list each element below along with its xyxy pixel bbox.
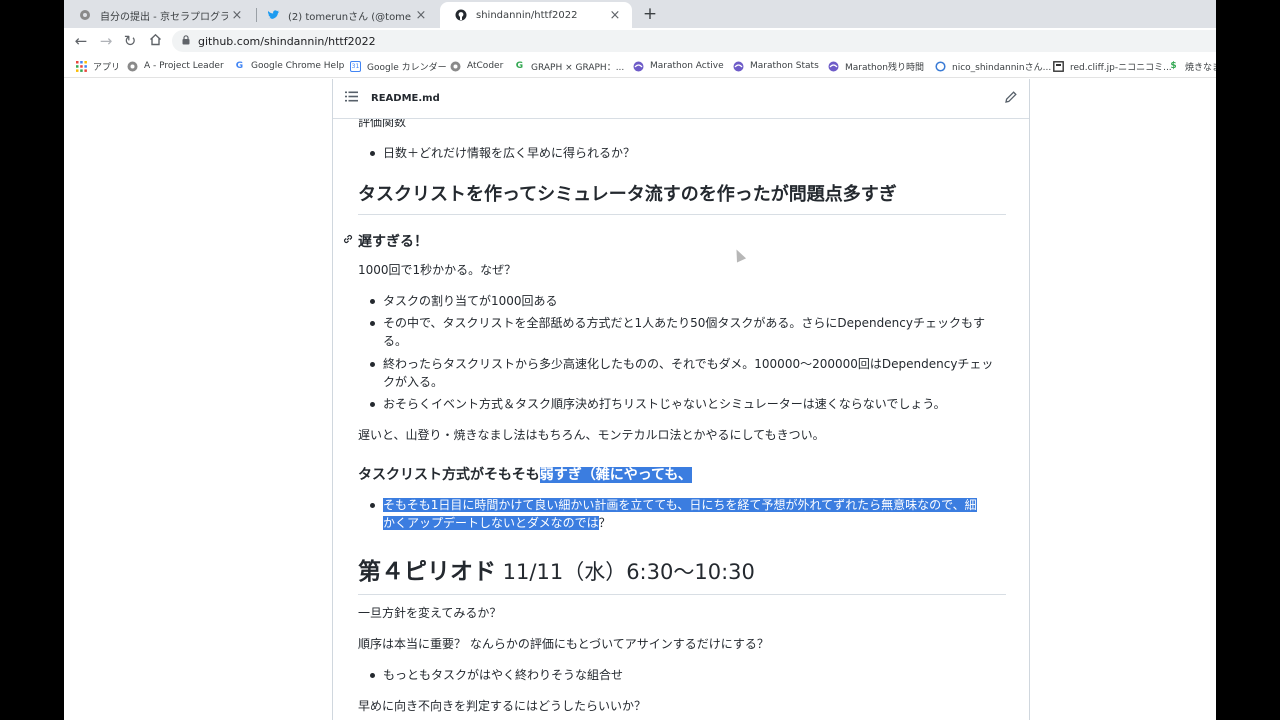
graph-icon: G	[515, 61, 524, 71]
bookmark-label: Google カレンダー	[367, 62, 447, 73]
marathon-icon	[828, 61, 839, 72]
address-url: github.com/shindannin/httf2022	[198, 34, 376, 48]
bookmark-label: AtCoder	[467, 61, 504, 71]
bookmark-apps[interactable]: アプリ	[76, 54, 120, 78]
list-item-line: る。	[383, 334, 408, 348]
close-icon[interactable]: ×	[228, 8, 246, 23]
page-icon	[1053, 60, 1064, 72]
browser-window: 自分の提出 - 京セラプログラミングコ × (2) tomerunさん (@to…	[64, 0, 1216, 720]
bookmark-label: A - Project Leader	[144, 61, 224, 71]
dollar-icon: $	[1170, 61, 1177, 71]
bookmark-label: red.cliff.jp-ニコニコミ...	[1070, 62, 1172, 73]
reload-icon[interactable]: ↻	[120, 31, 140, 51]
paragraph: 遅いと、山登り・焼きなまし法はもちろん、モンテカルロ法とかやるにしてもきつい。	[358, 428, 825, 442]
bookmark-calendar[interactable]: 31 Google カレンダー	[350, 54, 447, 78]
bookmark-label: アプリ	[93, 62, 121, 73]
list-icon[interactable]	[345, 91, 359, 106]
bookmark-label: nico_shindanninさん...	[952, 62, 1052, 73]
github-page: README.md 評価関数 日数＋どれだけ情報を広く早めに得られるか？ タスク…	[64, 79, 1216, 720]
toolbar: ← → ↻ github.com/shindannin/httf2022	[64, 28, 1216, 54]
readme-header: README.md	[333, 79, 1029, 119]
bookmark-annealing[interactable]: $ 焼きなま	[1168, 54, 1216, 78]
bookmark-marathon-remaining[interactable]: Marathon残り時間	[828, 54, 924, 78]
paragraph: 順序は本当に重要？ なんらかの評価にもとづいてアサインするだけにする？	[358, 637, 769, 651]
paragraph: 一旦方針を変えてみるか？	[358, 606, 502, 620]
heading-tasklist: タスクリストを作ってシミュレータ流すのを作ったが問題点多すぎ	[358, 180, 1006, 215]
calendar-icon: 31	[350, 60, 361, 72]
bookmark-label: Google Chrome Help	[251, 61, 345, 71]
readme-filename[interactable]: README.md	[371, 93, 440, 104]
tab-twitter[interactable]: (2) tomerunさん (@tomerun) / Tw ×	[252, 2, 438, 28]
address-bar[interactable]: github.com/shindannin/httf2022	[172, 30, 1216, 52]
marathon-icon	[733, 61, 744, 72]
nico-icon	[935, 60, 946, 72]
bookmark-project-leader[interactable]: A - Project Leader	[127, 54, 224, 78]
twitter-icon	[266, 8, 280, 22]
bookmarks-bar: アプリ A - Project Leader G Google Chrome H…	[64, 54, 1216, 78]
heading-too-slow: 遅すぎる！	[343, 231, 428, 251]
selected-text: かくアップデートしないとダメなのでは	[383, 516, 599, 530]
heading-date: 11/11（水）6:30～10:30	[496, 560, 755, 584]
heading-text: 第４ピリオド	[358, 559, 496, 585]
atcoder-icon	[127, 61, 138, 72]
bookmark-red-cliff[interactable]: red.cliff.jp-ニコニコミ...	[1053, 54, 1172, 78]
list-item: おそらくイベント方式＆タスク順序決め打ちリストじゃないとシミュレーターは速くなら…	[370, 395, 1003, 413]
list-item-tail: ？	[598, 516, 611, 530]
lock-icon	[182, 34, 190, 48]
bookmark-atcoder[interactable]: AtCoder	[450, 54, 503, 78]
list-item-line: クが入る。	[383, 375, 444, 389]
tab-submissions[interactable]: 自分の提出 - 京セラプログラミングコ ×	[64, 2, 254, 28]
tab-github-active[interactable]: shindannin/httf2022 ×	[440, 2, 632, 28]
new-tab-button[interactable]: +	[640, 4, 660, 24]
paragraph: 早めに向き不向きを判定するにはどうしたらいいか？	[358, 699, 647, 713]
atcoder-icon	[78, 8, 92, 22]
heading-period-4: 第４ピリオド 11/11（水）6:30～10:30	[358, 552, 1006, 595]
heading-text: 遅すぎる！	[358, 234, 428, 250]
list-item: その中で、タスクリストを全部舐める方式だと1人あたり50個タスクがある。さらにD…	[370, 314, 1003, 350]
bookmark-graph[interactable]: G GRAPH × GRAPH：...	[514, 54, 624, 78]
tab-title: shindannin/httf2022	[476, 9, 578, 21]
google-icon: G	[235, 61, 244, 71]
tab-title: (2) tomerunさん (@tomerun) / Tw	[288, 11, 412, 23]
paragraph: 1000回で1秒かかる。なぜ？	[358, 263, 517, 277]
list-item: タスクの割り当てが1000回ある	[370, 292, 1003, 310]
tab-title: 自分の提出 - 京セラプログラミングコ	[100, 11, 228, 23]
readme-panel: README.md 評価関数 日数＋どれだけ情報を広く早めに得られるか？ タスク…	[332, 79, 1030, 720]
heading-text: タスクリスト方式がそもそも	[358, 467, 540, 483]
atcoder-icon	[450, 61, 461, 72]
bookmark-nico[interactable]: nico_shindanninさん...	[935, 54, 1051, 78]
list-item: 日数＋どれだけ情報を広く早めに得られるか？	[370, 144, 1003, 162]
bookmark-label: GRAPH × GRAPH：...	[531, 62, 625, 73]
close-icon[interactable]: ×	[606, 8, 624, 23]
link-icon[interactable]	[342, 233, 354, 248]
list-item-line: その中で、タスクリストを全部舐める方式だと1人あたり50個タスクがある。さらにD…	[383, 316, 985, 330]
forward-arrow-icon[interactable]: →	[96, 31, 116, 51]
close-icon[interactable]: ×	[412, 8, 430, 23]
list-item: 終わったらタスクリストから多少高速化したものの、それでもダメ。100000～20…	[370, 355, 1003, 391]
heading-tasklist-weak: タスクリスト方式がそもそも弱すぎ（雑にやっても、	[358, 464, 692, 484]
marathon-icon	[633, 61, 644, 72]
bookmark-label: Marathon残り時間	[845, 62, 924, 73]
list-item-line: 終わったらタスクリストから多少高速化したものの、それでもダメ。100000～20…	[383, 357, 994, 371]
selected-text: 弱すぎ（雑にやっても、	[539, 467, 692, 483]
bookmark-label: Marathon Stats	[750, 61, 819, 71]
list-item: もっともタスクがはやく終わりそうな組合せ	[370, 666, 1003, 684]
apps-grid-icon	[76, 60, 87, 72]
github-icon	[454, 8, 468, 22]
bookmark-marathon-stats[interactable]: Marathon Stats	[733, 54, 819, 78]
bookmark-chrome-help[interactable]: G Google Chrome Help	[234, 54, 344, 78]
home-icon[interactable]	[145, 31, 165, 51]
bookmark-label: Marathon Active	[650, 61, 724, 71]
list-item: そもそも1日目に時間かけて良い細かい計画を立てても、日にちを経て予想が外れてずれ…	[370, 496, 1003, 532]
pencil-icon[interactable]	[1005, 91, 1017, 107]
selected-text: そもそも1日目に時間かけて良い細かい計画を立てても、日にちを経て予想が外れてずれ…	[383, 498, 977, 512]
tab-strip: 自分の提出 - 京セラプログラミングコ × (2) tomerunさん (@to…	[64, 0, 1216, 28]
bookmark-marathon-active[interactable]: Marathon Active	[633, 54, 724, 78]
bookmark-label: 焼きなま	[1185, 62, 1216, 73]
back-arrow-icon[interactable]: ←	[71, 31, 91, 51]
